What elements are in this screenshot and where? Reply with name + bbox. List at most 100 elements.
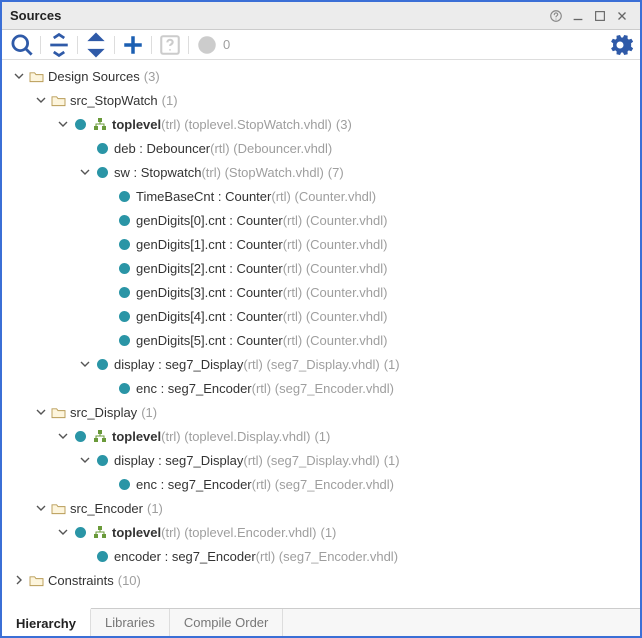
tree-label: enc : seg7_Encoder	[136, 381, 252, 396]
chevron-down-icon[interactable]	[34, 93, 48, 107]
tree-arch: (trl)	[201, 165, 221, 180]
separator	[40, 36, 41, 54]
tree-count: (1)	[147, 501, 163, 516]
tree-label: toplevel	[112, 117, 161, 132]
bottom-tabs: Hierarchy Libraries Compile Order	[2, 608, 640, 636]
search-icon[interactable]	[8, 33, 36, 57]
chevron-down-icon[interactable]	[78, 165, 92, 179]
separator	[77, 36, 78, 54]
tree-arch: (rtl)	[210, 141, 230, 156]
tree-item-display-disp[interactable]: display : seg7_Display (rtl) (seg7_Displ…	[2, 448, 640, 472]
module-icon	[116, 212, 132, 228]
tree-item-toplevel-stopwatch[interactable]: toplevel (trl) (toplevel.StopWatch.vhdl)…	[2, 112, 640, 136]
tree-label: Constraints	[48, 573, 114, 588]
tree-item-display-sw[interactable]: display : seg7_Display (rtl) (seg7_Displ…	[2, 352, 640, 376]
tree-count: (1)	[384, 453, 400, 468]
chevron-down-icon[interactable]	[56, 117, 70, 131]
tree-item-src-encoder[interactable]: src_Encoder (1)	[2, 496, 640, 520]
tree-item-gendigit5[interactable]: genDigits[5].cnt : Counter (rtl) (Counte…	[2, 328, 640, 352]
tree-file: (toplevel.Encoder.vhdl)	[184, 525, 316, 540]
module-icon	[116, 236, 132, 252]
disabled-help-icon	[156, 33, 184, 57]
module-icon	[94, 548, 110, 564]
tree-arch: (rtl)	[271, 189, 291, 204]
tree-item-constraints[interactable]: Constraints (10)	[2, 568, 640, 592]
tree-count: (3)	[336, 117, 352, 132]
expand-all-icon[interactable]	[82, 33, 110, 57]
module-icon	[116, 332, 132, 348]
tree-arch: (rtl)	[283, 333, 303, 348]
tree-item-timebase[interactable]: TimeBaseCnt : Counter (rtl) (Counter.vhd…	[2, 184, 640, 208]
tree-item-sw[interactable]: sw : Stopwatch (trl) (StopWatch.vhdl) (7…	[2, 160, 640, 184]
tree-item-gendigit4[interactable]: genDigits[4].cnt : Counter (rtl) (Counte…	[2, 304, 640, 328]
tree-item-enc-sw[interactable]: enc : seg7_Encoder (rtl) (seg7_Encoder.v…	[2, 376, 640, 400]
tab-label: Libraries	[105, 615, 155, 630]
tree-count: (1)	[384, 357, 400, 372]
tree-file: (StopWatch.vhdl)	[225, 165, 324, 180]
tree-label: enc : seg7_Encoder	[136, 477, 252, 492]
tree-file: (seg7_Encoder.vhdl)	[279, 549, 398, 564]
tree-arch: (trl)	[161, 429, 181, 444]
tree-label: display : seg7_Display	[114, 453, 243, 468]
settings-icon[interactable]	[606, 33, 634, 57]
tree-arch: (rtl)	[243, 357, 263, 372]
tree-item-src-stopwatch[interactable]: src_StopWatch (1)	[2, 88, 640, 112]
tree-item-gendigit1[interactable]: genDigits[1].cnt : Counter (rtl) (Counte…	[2, 232, 640, 256]
module-icon	[116, 188, 132, 204]
minimize-icon[interactable]	[568, 6, 588, 26]
tab-libraries[interactable]: Libraries	[91, 609, 170, 636]
help-icon[interactable]	[546, 6, 566, 26]
collapse-all-icon[interactable]	[45, 33, 73, 57]
chevron-down-icon[interactable]	[34, 405, 48, 419]
sources-tree[interactable]: Design Sources (3) src_StopWatch (1) top…	[2, 60, 640, 608]
module-icon	[116, 380, 132, 396]
module-icon	[72, 428, 88, 444]
tree-item-toplevel-encoder[interactable]: toplevel (trl) (toplevel.Encoder.vhdl) (…	[2, 520, 640, 544]
tree-item-toplevel-display[interactable]: toplevel (trl) (toplevel.Display.vhdl) (…	[2, 424, 640, 448]
chevron-down-icon[interactable]	[78, 357, 92, 371]
tree-file: (seg7_Encoder.vhdl)	[275, 477, 394, 492]
tree-arch: (trl)	[161, 117, 181, 132]
tree-label: src_Display	[70, 405, 137, 420]
tab-compile-order[interactable]: Compile Order	[170, 609, 284, 636]
tree-item-deb[interactable]: deb : Debouncer (rtl) (Debouncer.vhdl)	[2, 136, 640, 160]
close-icon[interactable]	[612, 6, 632, 26]
titlebar: Sources	[2, 2, 640, 30]
tree-arch: (rtl)	[256, 549, 276, 564]
chevron-down-icon[interactable]	[12, 69, 26, 83]
tree-count: (10)	[118, 573, 141, 588]
module-icon	[116, 476, 132, 492]
add-icon[interactable]	[119, 33, 147, 57]
folder-icon	[50, 404, 66, 420]
tree-item-gendigit0[interactable]: genDigits[0].cnt : Counter (rtl) (Counte…	[2, 208, 640, 232]
tree-item-design-sources[interactable]: Design Sources (3)	[2, 64, 640, 88]
chevron-right-icon[interactable]	[12, 573, 26, 587]
tree-label: genDigits[5].cnt : Counter	[136, 333, 283, 348]
tab-hierarchy[interactable]: Hierarchy	[2, 608, 91, 636]
tree-item-src-display[interactable]: src_Display (1)	[2, 400, 640, 424]
tree-item-display-enc[interactable]: enc : seg7_Encoder (rtl) (seg7_Encoder.v…	[2, 472, 640, 496]
chevron-down-icon[interactable]	[56, 525, 70, 539]
tree-count: (1)	[162, 93, 178, 108]
tree-count: (3)	[144, 69, 160, 84]
tree-file: (seg7_Display.vhdl)	[266, 357, 379, 372]
chevron-down-icon[interactable]	[56, 429, 70, 443]
tree-label: genDigits[1].cnt : Counter	[136, 237, 283, 252]
tree-item-gendigit3[interactable]: genDigits[3].cnt : Counter (rtl) (Counte…	[2, 280, 640, 304]
tree-label: genDigits[3].cnt : Counter	[136, 285, 283, 300]
tree-label: toplevel	[112, 525, 161, 540]
tree-label: deb : Debouncer	[114, 141, 210, 156]
tree-item-gendigit2[interactable]: genDigits[2].cnt : Counter (rtl) (Counte…	[2, 256, 640, 280]
tree-arch: (rtl)	[283, 213, 303, 228]
chevron-down-icon[interactable]	[34, 501, 48, 515]
tree-label: TimeBaseCnt : Counter	[136, 189, 271, 204]
maximize-icon[interactable]	[590, 6, 610, 26]
tree-file: (Counter.vhdl)	[306, 285, 388, 300]
tree-label: genDigits[4].cnt : Counter	[136, 309, 283, 324]
tree-file: (toplevel.StopWatch.vhdl)	[184, 117, 332, 132]
hierarchy-icon	[92, 428, 108, 444]
chevron-down-icon[interactable]	[78, 453, 92, 467]
tree-file: (Counter.vhdl)	[306, 309, 388, 324]
tree-arch: (rtl)	[283, 261, 303, 276]
tree-item-encoder-enc[interactable]: encoder : seg7_Encoder (rtl) (seg7_Encod…	[2, 544, 640, 568]
